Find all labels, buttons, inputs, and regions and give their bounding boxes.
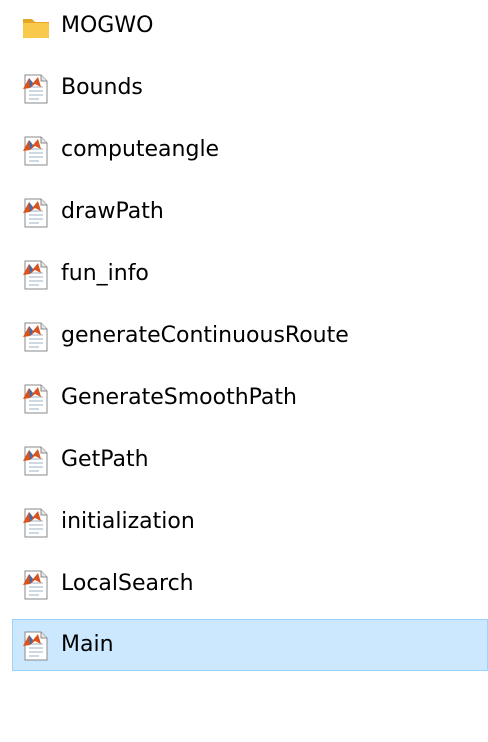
- file-name: fun_info: [61, 261, 149, 286]
- file-row-main[interactable]: Main: [12, 619, 488, 671]
- matlab-file-icon: [21, 445, 51, 477]
- file-row-bounds[interactable]: Bounds: [12, 62, 488, 114]
- file-row-computeangle[interactable]: computeangle: [12, 124, 488, 176]
- matlab-file-icon: [21, 73, 51, 105]
- matlab-file-icon: [21, 569, 51, 601]
- file-name: drawPath: [61, 199, 164, 224]
- matlab-file-icon: [21, 507, 51, 539]
- file-row-generatesmoothpath[interactable]: GenerateSmoothPath: [12, 372, 488, 424]
- folder-icon: [21, 11, 51, 43]
- file-name: Bounds: [61, 75, 143, 100]
- file-name: initialization: [61, 509, 195, 534]
- file-name: computeangle: [61, 137, 220, 162]
- file-name: LocalSearch: [61, 571, 194, 596]
- file-name: MOGWO: [61, 13, 154, 38]
- file-row-mogwo[interactable]: MOGWO: [12, 0, 488, 52]
- matlab-file-icon: [21, 197, 51, 229]
- file-name: generateContinuousRoute: [61, 323, 349, 348]
- file-row-generatecontinuousroute[interactable]: generateContinuousRoute: [12, 310, 488, 362]
- file-row-fun-info[interactable]: fun_info: [12, 248, 488, 300]
- file-row-initialization[interactable]: initialization: [12, 496, 488, 548]
- matlab-file-icon: [21, 383, 51, 415]
- matlab-file-icon: [21, 259, 51, 291]
- matlab-file-icon: [21, 321, 51, 353]
- file-name: Main: [61, 632, 114, 657]
- matlab-file-icon: [21, 630, 51, 662]
- matlab-file-icon: [21, 135, 51, 167]
- file-row-drawpath[interactable]: drawPath: [12, 186, 488, 238]
- file-name: GetPath: [61, 447, 149, 472]
- file-name: GenerateSmoothPath: [61, 385, 297, 410]
- file-row-localsearch[interactable]: LocalSearch: [12, 558, 488, 610]
- file-row-getpath[interactable]: GetPath: [12, 434, 488, 486]
